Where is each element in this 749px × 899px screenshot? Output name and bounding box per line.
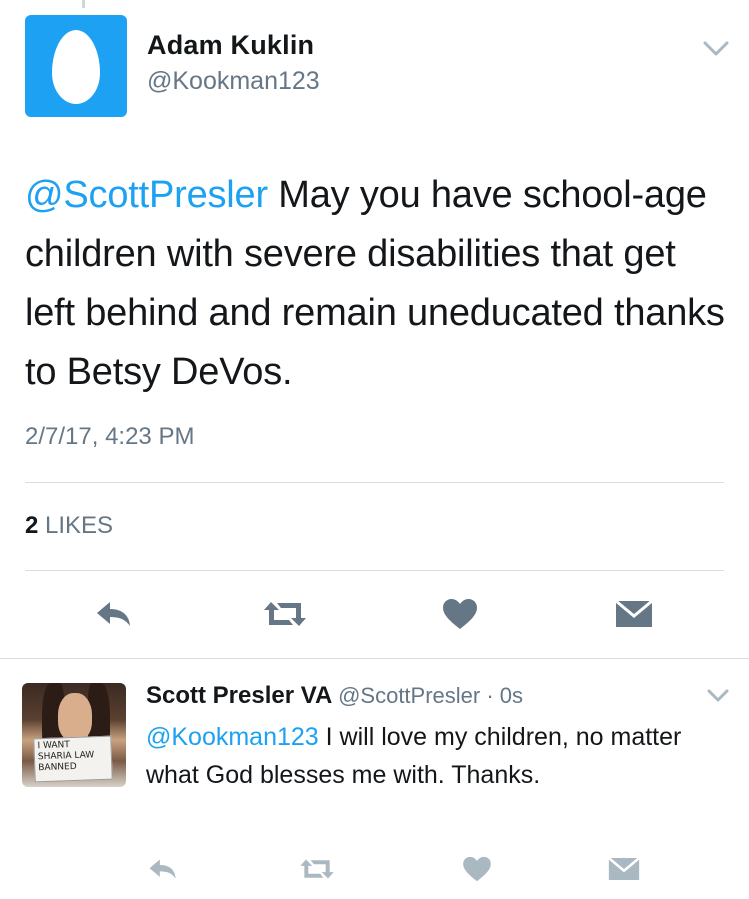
thread-connector-line (82, 0, 85, 8)
author-handle[interactable]: @Kookman123 (147, 67, 320, 96)
sign-line: BANNED (38, 761, 77, 774)
heart-icon[interactable] (440, 596, 480, 632)
likes-label: LIKES (38, 512, 114, 539)
likes-number: 2 (25, 512, 39, 539)
retweet-icon[interactable] (260, 596, 310, 632)
reply-text: @Kookman123 I will love my children, no … (146, 718, 726, 794)
time-separator: · (480, 683, 500, 708)
chevron-down-icon[interactable] (706, 688, 730, 704)
reply-author-name[interactable]: Scott Presler VA (146, 682, 331, 709)
reply-header: Scott Presler VA @ScottPresler · 0s (146, 682, 523, 710)
envelope-icon[interactable] (606, 854, 642, 884)
reply-time-ago[interactable]: 0s (500, 683, 523, 708)
reply-icon[interactable] (146, 854, 180, 884)
chevron-down-icon[interactable] (702, 40, 730, 58)
author-name[interactable]: Adam Kuklin (147, 30, 314, 61)
avatar-face (58, 693, 92, 741)
default-egg-icon (52, 30, 100, 104)
tweet-text: @ScottPresler May you have school-age ch… (25, 166, 725, 402)
retweet-icon[interactable] (296, 854, 338, 884)
avatar-sign: I WANT SHARIA LAW BANNED (33, 735, 113, 783)
likes-count[interactable]: 2 LIKES (25, 512, 113, 540)
tweet-timestamp[interactable]: 2/7/17, 4:23 PM (25, 423, 194, 451)
mention-link[interactable]: @ScottPresler (25, 174, 268, 216)
envelope-icon[interactable] (614, 598, 654, 630)
reply-author-handle[interactable]: @ScottPresler (338, 683, 480, 708)
divider (25, 570, 724, 571)
heart-icon[interactable] (460, 854, 494, 884)
reply-avatar[interactable]: I WANT SHARIA LAW BANNED (22, 683, 126, 787)
reply-icon[interactable] (92, 596, 136, 632)
author-avatar[interactable] (25, 15, 127, 117)
tweet-separator (0, 658, 749, 659)
divider (25, 482, 724, 483)
mention-link[interactable]: @Kookman123 (146, 723, 319, 751)
